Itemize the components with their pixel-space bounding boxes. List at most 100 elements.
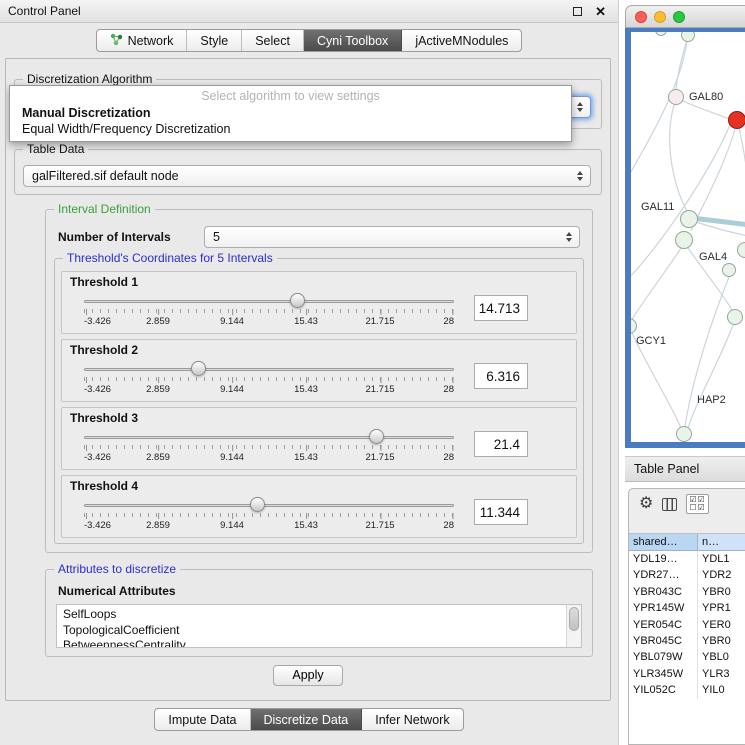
cell-shared-name: YDR27… — [629, 567, 698, 583]
network-node[interactable] — [727, 309, 743, 325]
cell-shared-name: YER054C — [629, 617, 698, 633]
network-node[interactable] — [728, 111, 745, 129]
interval-definition-group: Interval Definition Number of Intervals … — [45, 209, 593, 553]
tab-jactivemnodules[interactable]: jActiveMNodules — [402, 30, 521, 51]
cell-shared-name: YIL052C — [629, 682, 698, 698]
slider-thumb[interactable] — [290, 293, 305, 308]
cell-name: YPR1 — [698, 600, 745, 616]
close-icon[interactable]: ✕ — [595, 5, 606, 18]
scale-tick-label: 21.715 — [365, 316, 394, 327]
threshold-slider[interactable]: -3.4262.8599.14415.4321.71528 — [70, 495, 470, 535]
float-window-icon[interactable] — [573, 7, 582, 16]
table-row[interactable]: YBR045CYBR0 — [629, 633, 745, 649]
threshold-slider[interactable]: -3.4262.8599.14415.4321.71528 — [70, 359, 470, 399]
attribute-item[interactable]: BetweennessCentrality — [63, 638, 563, 648]
scrollbar-thumb[interactable] — [569, 607, 579, 631]
scale-tick-label: 9.144 — [220, 452, 244, 463]
minimize-traffic-light-icon[interactable] — [654, 11, 666, 23]
threshold-label: Threshold 4 — [70, 480, 568, 493]
scale-tick-label: 28 — [443, 520, 454, 531]
table-row[interactable]: YBR043CYBR0 — [629, 584, 745, 600]
column-header-name[interactable]: n… — [698, 534, 745, 551]
dropdown-option-manual-discretization[interactable]: Manual Discretization — [10, 105, 571, 121]
network-node[interactable] — [722, 263, 736, 277]
tab-network[interactable]: Network — [97, 30, 188, 51]
cell-name: YER0 — [698, 617, 745, 633]
control-panel-titlebar: Control Panel ✕ — [0, 0, 618, 23]
num-intervals-combobox[interactable]: 5 — [204, 226, 580, 248]
attribute-item[interactable]: TopologicalCoefficient — [63, 623, 563, 639]
network-canvas[interactable]: GAL80GAL11GAL4GCY1HAP2 — [631, 32, 745, 442]
table-row[interactable]: YDL19…YDL1 — [629, 551, 745, 567]
select-columns-icon[interactable]: ☑☑☐☑ — [686, 494, 708, 514]
node-label: GAL11 — [641, 201, 674, 213]
slider-ticks — [84, 309, 454, 313]
scale-tick-label: 21.715 — [365, 384, 394, 395]
combo-value: 5 — [213, 230, 220, 244]
slider-track[interactable] — [84, 436, 454, 439]
slider-ticks — [84, 513, 454, 517]
table-row[interactable]: YIL052CYIL0 — [629, 682, 745, 698]
scale-tick-label: 2.859 — [146, 384, 170, 395]
network-node[interactable] — [668, 89, 684, 105]
threshold-value-field[interactable]: 6.316 — [474, 363, 528, 389]
threshold-value-field[interactable]: 14.713 — [474, 295, 528, 321]
panel-title: Control Panel — [8, 4, 81, 18]
attribute-item[interactable]: SelfLoops — [63, 607, 563, 623]
scrollbar[interactable] — [566, 605, 581, 647]
scale-tick-label: -3.426 — [84, 452, 111, 463]
tab-cyni-toolbox[interactable]: Cyni Toolbox — [304, 30, 402, 51]
threshold-slider[interactable]: -3.4262.8599.14415.4321.71528 — [70, 427, 470, 467]
gear-icon[interactable]: ⚙ — [639, 496, 653, 512]
threshold-label: Threshold 3 — [70, 412, 568, 425]
network-node[interactable] — [676, 426, 692, 442]
group-label: Discretization Algorithm — [23, 72, 156, 86]
slider-track[interactable] — [84, 368, 454, 371]
dropdown-option-equal-width-frequency[interactable]: Equal Width/Frequency Discretization — [10, 121, 571, 137]
slider-track[interactable] — [84, 504, 454, 507]
stepper-icon — [574, 102, 586, 112]
tab-impute-data[interactable]: Impute Data — [155, 709, 250, 730]
bottom-tab-bar: Impute Data Discretize Data Infer Networ… — [0, 708, 618, 731]
table-row[interactable]: YDR27…YDR2 — [629, 567, 745, 583]
threshold-value-field[interactable]: 11.344 — [474, 499, 528, 525]
slider-ticks — [84, 377, 454, 381]
table-row[interactable]: YER054CYER0 — [629, 617, 745, 633]
tab-label: Cyni Toolbox — [317, 34, 388, 48]
cell-name: YDL1 — [698, 551, 745, 567]
cell-shared-name: YBR043C — [629, 584, 698, 600]
table-row[interactable]: YLR345WYLR3 — [629, 666, 745, 682]
apply-button[interactable]: Apply — [273, 665, 342, 686]
threshold-row: Threshold 4-3.4262.8599.14415.4321.71528… — [61, 475, 577, 538]
tab-select[interactable]: Select — [242, 30, 304, 51]
slider-thumb[interactable] — [191, 361, 206, 376]
zoom-traffic-light-icon[interactable] — [673, 11, 685, 23]
network-icon — [110, 33, 123, 49]
table-row[interactable]: YPR145WYPR1 — [629, 600, 745, 616]
thresholds-group: Threshold's Coordinates for 5 Intervals … — [54, 258, 584, 544]
tab-label: Discretize Data — [264, 713, 349, 727]
slider-track[interactable] — [84, 300, 454, 303]
tab-discretize-data[interactable]: Discretize Data — [251, 709, 363, 730]
network-node[interactable] — [680, 210, 698, 228]
slider-scale: -3.4262.8599.14415.4321.71528 — [84, 316, 454, 329]
numerical-attributes-label: Numerical Attributes — [58, 584, 582, 598]
slider-thumb[interactable] — [369, 429, 384, 444]
scale-tick-label: 21.715 — [365, 520, 394, 531]
table-data-combobox[interactable]: galFiltered.sif default node — [23, 165, 591, 187]
slider-thumb[interactable] — [250, 497, 265, 512]
table-body: YDL19…YDL1YDR27…YDR2YBR043CYBR0YPR145WYP… — [629, 551, 745, 699]
column-header-shared-name[interactable]: shared… — [629, 534, 698, 551]
dropdown-hint: Select algorithm to view settings — [10, 88, 571, 105]
tab-style[interactable]: Style — [187, 30, 242, 51]
threshold-value-field[interactable]: 21.4 — [474, 431, 528, 457]
threshold-slider[interactable]: -3.4262.8599.14415.4321.71528 — [70, 291, 470, 331]
network-node[interactable] — [675, 231, 693, 249]
columns-icon[interactable] — [662, 498, 677, 511]
close-traffic-light-icon[interactable] — [635, 11, 647, 23]
numerical-attributes-list[interactable]: SelfLoopsTopologicalCoefficientBetweenne… — [56, 604, 582, 648]
tab-infer-network[interactable]: Infer Network — [362, 709, 462, 730]
cell-name: YBR0 — [698, 584, 745, 600]
table-row[interactable]: YBL079WYBL0 — [629, 649, 745, 665]
scale-tick-label: 15.43 — [294, 316, 318, 327]
